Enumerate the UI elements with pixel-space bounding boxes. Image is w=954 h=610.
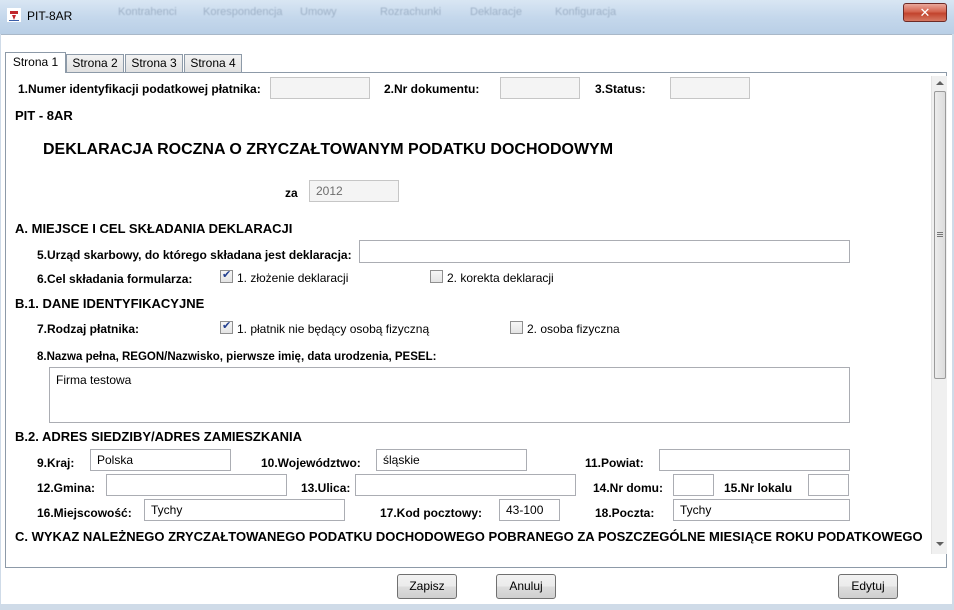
- voivodeship-field[interactable]: śląskie: [376, 449, 527, 471]
- tab-strona-2[interactable]: Strona 2: [66, 54, 124, 72]
- app-logo-icon: [7, 8, 21, 22]
- apartment-number-field[interactable]: [808, 474, 849, 496]
- year-label: za: [285, 186, 298, 200]
- post-office-label: 18.Poczta:: [595, 506, 655, 520]
- close-icon: ✕: [919, 5, 931, 20]
- tab-strona-1[interactable]: Strona 1: [5, 52, 66, 73]
- blurred-menu-item: Rozrachunki: [380, 6, 442, 18]
- section-a-title: A. MIEJSCE I CEL SKŁADANIA DEKLARACJI: [15, 221, 293, 236]
- window-title: PIT-8AR: [27, 9, 73, 23]
- postal-code-field[interactable]: 43-100: [499, 499, 560, 521]
- vertical-scrollbar[interactable]: [931, 76, 947, 554]
- commune-label: 12.Gmina:: [37, 481, 96, 495]
- tab-strona-4[interactable]: Strona 4: [184, 54, 242, 72]
- full-name-textarea[interactable]: Firma testowa: [49, 367, 850, 423]
- nip-label: 1.Numer identyfikacji podatkowej płatnik…: [18, 82, 261, 96]
- county-field[interactable]: [659, 449, 850, 471]
- postal-code-label: 17.Kod pocztowy:: [380, 506, 483, 520]
- payer-nonperson-checkbox[interactable]: [220, 319, 233, 334]
- country-label: 9.Kraj:: [37, 456, 75, 470]
- house-number-label: 14.Nr domu:: [593, 481, 664, 495]
- payer-nonperson-label: 1. płatnik nie będący osobą fizyczną: [237, 322, 430, 336]
- tab-label: Strona 4: [190, 56, 236, 70]
- purpose-correction-checkbox[interactable]: [430, 270, 443, 283]
- voivodeship-label: 10.Województwo:: [261, 456, 361, 470]
- tab-label: Strona 3: [131, 56, 177, 70]
- commune-field[interactable]: [106, 474, 287, 496]
- cancel-button[interactable]: Anuluj: [496, 574, 556, 599]
- status-field[interactable]: [670, 77, 750, 99]
- scrollbar-thumb[interactable]: [934, 91, 946, 379]
- tab-label: Strona 2: [72, 56, 118, 70]
- payer-person-checkbox[interactable]: [510, 321, 523, 334]
- country-field[interactable]: Polska: [90, 449, 231, 471]
- nip-field[interactable]: [270, 77, 370, 99]
- scroll-up-icon[interactable]: [936, 81, 944, 85]
- window-client-area: Strona 1 Strona 2 Strona 3 Strona 4 1.Nu…: [1, 34, 952, 604]
- purpose-declaration-label: 1. złożenie deklaracji: [237, 271, 349, 285]
- house-number-field[interactable]: [673, 474, 714, 496]
- close-button[interactable]: ✕: [903, 3, 947, 22]
- scroll-down-icon[interactable]: [936, 542, 944, 546]
- section-b2-title: B.2. ADRES SIEDZIBY/ADRES ZAMIESZKANIA: [15, 429, 302, 444]
- blurred-menu-item: Deklaracje: [470, 6, 522, 18]
- payer-type-label: 7.Rodzaj płatnika:: [37, 322, 140, 336]
- post-office-field[interactable]: Tychy: [673, 499, 850, 521]
- city-field[interactable]: Tychy: [144, 499, 345, 521]
- form-title: DEKLARACJA ROCZNA O ZRYCZAŁTOWANYM PODAT…: [43, 141, 614, 158]
- document-number-field[interactable]: [500, 77, 580, 99]
- section-c-title: C. WYKAZ NALEŻNEGO ZRYCZAŁTOWANEGO PODAT…: [15, 529, 923, 544]
- tab-label: Strona 1: [12, 55, 59, 69]
- purpose-label: 6.Cel składania formularza:: [37, 272, 193, 286]
- section-b1-title: B.1. DANE IDENTYFIKACYJNE: [15, 296, 205, 311]
- status-label: 3.Status:: [595, 82, 646, 96]
- form-code: PIT - 8AR: [15, 108, 73, 123]
- city-label: 16.Miejscowość:: [37, 506, 132, 520]
- document-number-label: 2.Nr dokumentu:: [384, 82, 480, 96]
- tab-panel: 1.Numer identyfikacji podatkowej płatnik…: [5, 72, 947, 568]
- grip-icon: [937, 232, 943, 237]
- blurred-menu-item: Kontrahenci: [118, 6, 177, 18]
- payer-person-label: 2. osoba fizyczna: [527, 322, 620, 336]
- purpose-declaration-checkbox[interactable]: [220, 268, 233, 283]
- tab-strona-3[interactable]: Strona 3: [125, 54, 183, 72]
- street-field[interactable]: [355, 474, 576, 496]
- tax-office-label: 5.Urząd skarbowy, do którego składana je…: [37, 248, 352, 262]
- street-label: 13.Ulica:: [301, 481, 351, 495]
- title-bar: PIT-8AR Kontrahenci Korespondencja Umowy…: [0, 0, 954, 34]
- tax-office-field[interactable]: [359, 240, 850, 263]
- apartment-number-label: 15.Nr lokalu: [724, 481, 793, 495]
- year-field[interactable]: 2012: [309, 180, 399, 202]
- blurred-menu-item: Korespondencja: [203, 6, 283, 18]
- edit-button[interactable]: Edytuj: [838, 574, 898, 599]
- county-label: 11.Powiat:: [585, 456, 644, 470]
- purpose-correction-label: 2. korekta deklaracji: [447, 271, 554, 285]
- full-name-label: 8.Nazwa pełna, REGON/Nazwisko, pierwsze …: [37, 351, 437, 363]
- save-button[interactable]: Zapisz: [397, 574, 457, 599]
- blurred-menu-item: Konfiguracja: [555, 6, 617, 18]
- blurred-menu-item: Umowy: [300, 6, 337, 18]
